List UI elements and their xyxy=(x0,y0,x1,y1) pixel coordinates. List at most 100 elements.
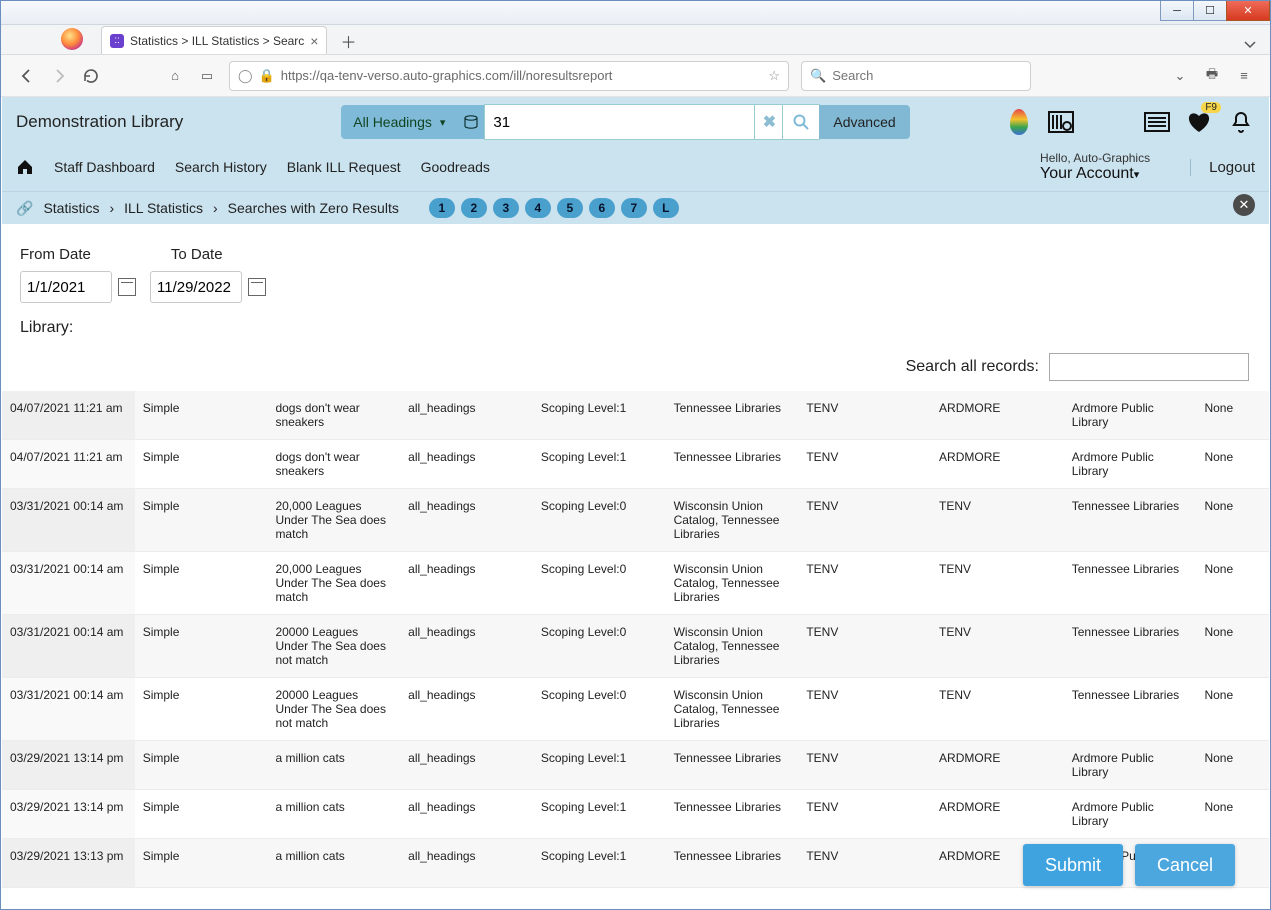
cell: Tennessee Libraries xyxy=(666,440,799,489)
advanced-search-button[interactable]: Advanced xyxy=(819,105,909,139)
window-maximize-button[interactable]: ☐ xyxy=(1193,1,1227,21)
link-icon: 🔗 xyxy=(16,200,33,217)
search-all-row: Search all records: xyxy=(2,343,1269,391)
cell: all_headings xyxy=(400,741,533,790)
nav-back-icon[interactable] xyxy=(17,66,37,86)
url-bar[interactable]: ◯ 🔒 ☆ xyxy=(229,61,789,91)
calendar-icon[interactable] xyxy=(118,278,136,296)
table-row[interactable]: 03/31/2021 00:14 amSimple20,000 Leagues … xyxy=(2,489,1269,552)
clear-search-icon[interactable]: ✖ xyxy=(755,105,783,139)
pager-page-4[interactable]: 4 xyxy=(525,198,551,218)
pager-page-1[interactable]: 1 xyxy=(429,198,455,218)
favicon-icon: :: xyxy=(110,34,124,48)
ext-icon-1[interactable]: ⌂ xyxy=(165,66,185,86)
url-input[interactable] xyxy=(281,68,763,83)
pager-page-2[interactable]: 2 xyxy=(461,198,487,218)
print-icon[interactable]: 🖶 xyxy=(1202,66,1222,86)
search-all-input[interactable] xyxy=(1049,353,1249,381)
table-row[interactable]: 03/29/2021 13:14 pmSimplea million catsa… xyxy=(2,741,1269,790)
favorites-icon[interactable]: F9 xyxy=(1185,108,1213,136)
cell: TENV xyxy=(798,678,931,741)
calendar-icon[interactable] xyxy=(248,278,266,296)
from-date-input[interactable] xyxy=(20,271,112,303)
shield-icon[interactable]: ◯ xyxy=(238,68,253,84)
cell: 20,000 Leagues Under The Sea does match xyxy=(267,552,400,615)
greeting: Hello, Auto-Graphics xyxy=(1040,151,1150,165)
cell: dogs don't wear sneakers xyxy=(267,440,400,489)
cell: None xyxy=(1196,552,1269,615)
page-viewport[interactable]: Demonstration Library All Headings ▾ ✖ A… xyxy=(2,97,1269,908)
catalog-search-input[interactable] xyxy=(485,105,755,139)
crumb-1[interactable]: Statistics xyxy=(43,200,99,216)
table-row[interactable]: 03/31/2021 00:14 amSimple20000 Leagues U… xyxy=(2,615,1269,678)
tab-close-icon[interactable]: × xyxy=(310,33,318,49)
crumb-2[interactable]: ILL Statistics xyxy=(124,200,203,216)
cell: Ardmore Public Library xyxy=(1064,391,1197,440)
tabs-dropdown-icon[interactable] xyxy=(1240,34,1260,54)
window-minimize-button[interactable]: ─ xyxy=(1160,1,1194,21)
catalog-search: All Headings ▾ ✖ Advanced xyxy=(341,105,909,139)
lock-icon[interactable]: 🔒 xyxy=(259,68,275,84)
cell: Wisconsin Union Catalog, Tennessee Libra… xyxy=(666,678,799,741)
browser-tab-active[interactable]: :: Statistics > ILL Statistics > Searc × xyxy=(101,26,327,54)
nav-search-history[interactable]: Search History xyxy=(175,159,267,175)
bookmark-star-icon[interactable]: ☆ xyxy=(768,68,780,84)
cell: Tennessee Libraries xyxy=(1064,615,1197,678)
new-tab-button[interactable]: ＋ xyxy=(335,28,361,54)
table-row[interactable]: 04/07/2021 11:21 amSimpledogs don't wear… xyxy=(2,391,1269,440)
nav-reload-icon[interactable] xyxy=(81,66,101,86)
scan-icon[interactable] xyxy=(1047,108,1075,136)
logout-link[interactable]: Logout xyxy=(1190,159,1255,176)
balloon-icon[interactable] xyxy=(1005,108,1033,136)
to-date-input[interactable] xyxy=(150,271,242,303)
app-header: Demonstration Library All Headings ▾ ✖ A… xyxy=(2,97,1269,147)
cell: Scoping Level:0 xyxy=(533,615,666,678)
cell: 03/31/2021 00:14 am xyxy=(2,615,135,678)
cell: 03/31/2021 00:14 am xyxy=(2,552,135,615)
cell: 03/29/2021 13:14 pm xyxy=(2,741,135,790)
pager-page-3[interactable]: 3 xyxy=(493,198,519,218)
cell: TENV xyxy=(798,790,931,839)
hamburger-menu-icon[interactable]: ≡ xyxy=(1234,66,1254,86)
pager-page-L[interactable]: L xyxy=(653,198,679,218)
pocket-icon[interactable]: ⌄ xyxy=(1170,66,1190,86)
cell: 03/31/2021 00:14 am xyxy=(2,489,135,552)
list-view-icon[interactable] xyxy=(1143,108,1171,136)
run-search-icon[interactable] xyxy=(783,105,819,139)
search-type-dropdown[interactable]: All Headings ▾ xyxy=(341,105,457,139)
bell-icon[interactable] xyxy=(1227,108,1255,136)
cancel-button[interactable]: Cancel xyxy=(1135,844,1235,886)
nav-forward-icon xyxy=(49,66,69,86)
pager-page-6[interactable]: 6 xyxy=(589,198,615,218)
database-icon[interactable] xyxy=(457,105,485,139)
table-row[interactable]: 03/31/2021 00:14 amSimple20,000 Leagues … xyxy=(2,552,1269,615)
cell: all_headings xyxy=(400,678,533,741)
nav-blank-ill[interactable]: Blank ILL Request xyxy=(287,159,401,175)
home-icon[interactable] xyxy=(16,158,34,176)
table-row[interactable]: 03/29/2021 13:14 pmSimplea million catsa… xyxy=(2,790,1269,839)
cell: Scoping Level:1 xyxy=(533,790,666,839)
cell: TENV xyxy=(798,615,931,678)
window-close-button[interactable]: ✕ xyxy=(1226,1,1270,21)
table-row[interactable]: 03/31/2021 00:14 amSimple20000 Leagues U… xyxy=(2,678,1269,741)
nav-staff-dashboard[interactable]: Staff Dashboard xyxy=(54,159,155,175)
ext-icon-2[interactable]: ▭ xyxy=(197,66,217,86)
table-row[interactable]: 04/07/2021 11:21 amSimpledogs don't wear… xyxy=(2,440,1269,489)
cell: Scoping Level:1 xyxy=(533,440,666,489)
pager-page-7[interactable]: 7 xyxy=(621,198,647,218)
cell: Simple xyxy=(135,678,268,741)
pager-page-5[interactable]: 5 xyxy=(557,198,583,218)
browser-search-bar[interactable]: 🔍 xyxy=(801,61,1031,91)
cell: Simple xyxy=(135,552,268,615)
cell: 20000 Leagues Under The Sea does not mat… xyxy=(267,678,400,741)
library-name: Demonstration Library xyxy=(16,112,183,132)
window-titlebar: ─ ☐ ✕ xyxy=(1,1,1270,25)
submit-button[interactable]: Submit xyxy=(1023,844,1123,886)
browser-search-input[interactable] xyxy=(832,68,1022,83)
library-label: Library: xyxy=(20,319,1251,337)
cell: 20000 Leagues Under The Sea does not mat… xyxy=(267,615,400,678)
account-menu[interactable]: Hello, Auto-Graphics Your Account▾ xyxy=(1040,151,1150,183)
nav-goodreads[interactable]: Goodreads xyxy=(421,159,490,175)
close-panel-icon[interactable]: ✕ xyxy=(1233,194,1255,216)
cell: Scoping Level:0 xyxy=(533,552,666,615)
